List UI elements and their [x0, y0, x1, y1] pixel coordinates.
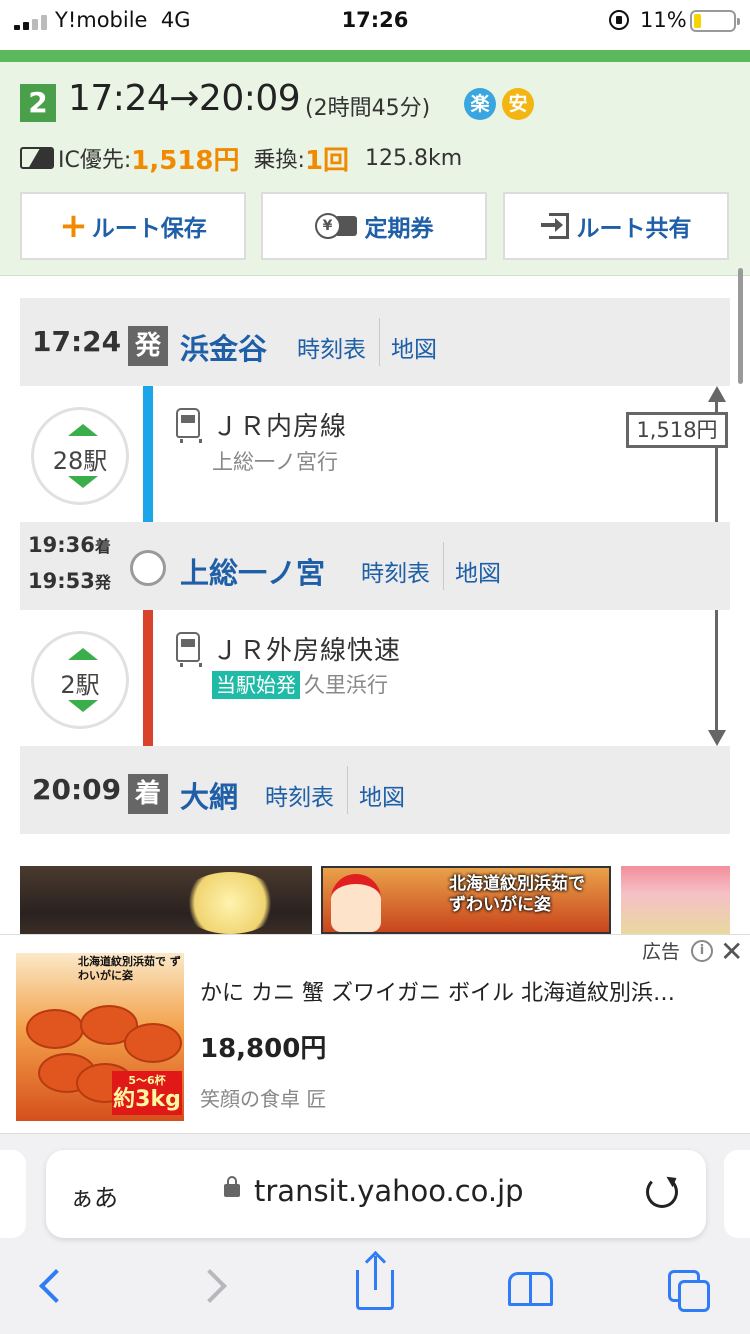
status-time: 17:26	[341, 8, 409, 32]
arrow-down-icon	[708, 730, 726, 746]
route-number: 2	[20, 84, 56, 122]
battery-icon	[690, 10, 740, 32]
ad-price: 18,800円	[200, 1034, 327, 1064]
ic-card-icon	[20, 147, 54, 169]
ad-product-image: 北海道紋別浜茹で ずわいがに姿 5〜6杯 約3kg	[16, 953, 184, 1121]
ad-thumbnail-crab[interactable]: 北海道紋別浜茹で ずわいがに姿	[321, 866, 611, 934]
destination: 上総一ノ宮行	[212, 450, 338, 474]
section-fare: 1,518円	[626, 412, 728, 448]
bookmarks-icon[interactable]	[508, 1272, 556, 1308]
station-row-transfer: 19:36着 19:53発 上総一ノ宮 時刻表 地図	[20, 522, 730, 610]
transfer-node	[130, 550, 166, 586]
train-icon	[176, 408, 202, 443]
route-summary: 2 17:24→20:09 (2時間45分) 楽 安 IC優先: 1,518円 …	[0, 62, 750, 276]
expand-down-icon	[68, 700, 98, 712]
stop-count-toggle[interactable]: 2駅	[31, 631, 129, 729]
back-icon[interactable]	[39, 1269, 73, 1303]
battery-percent: 11%	[640, 8, 687, 32]
line-name: ＪＲ内房線	[212, 412, 348, 442]
yen-card-icon: ¥	[314, 212, 359, 240]
route-times: 17:24→20:09	[68, 78, 301, 119]
previous-tab-preview[interactable]	[0, 1150, 26, 1238]
map-link[interactable]: 地図	[391, 330, 437, 364]
fare-summary: IC優先: 1,518円 乗換: 1回 125.8km	[20, 142, 463, 176]
ad-thumbnail-other[interactable]	[621, 866, 730, 934]
browser-toolbar: ぁあ transit.yahoo.co.jp	[0, 1134, 750, 1334]
header-accent-bar	[0, 50, 750, 62]
timetable-link[interactable]: 時刻表	[297, 330, 366, 364]
route-line-leg2	[143, 586, 153, 770]
commuter-pass-button[interactable]: ¥ 定期券	[261, 192, 487, 260]
expand-up-icon	[68, 424, 98, 436]
route-duration: (2時間45分)	[305, 96, 431, 121]
line-name: ＪＲ外房線快速	[212, 636, 402, 666]
forward-icon[interactable]	[193, 1269, 227, 1303]
station-row-departure: 17:24 発 浜金谷 時刻表 地図	[20, 298, 730, 386]
reload-icon[interactable]	[646, 1176, 678, 1208]
share-route-button[interactable]: ルート共有	[503, 192, 729, 260]
ad-thumbnail-food[interactable]	[20, 866, 312, 934]
scrollbar[interactable]	[738, 268, 743, 384]
map-link[interactable]: 地図	[455, 554, 501, 588]
station-row-arrival: 20:09 着 大網 時刻表 地図	[20, 746, 730, 834]
mascot-image	[331, 874, 381, 932]
map-link[interactable]: 地図	[359, 778, 405, 812]
link-divider	[347, 766, 348, 814]
next-tab-preview[interactable]	[724, 1150, 750, 1238]
address-bar[interactable]: ぁあ transit.yahoo.co.jp	[46, 1150, 706, 1238]
arrival-time: 20:09	[32, 773, 122, 806]
lock-icon	[224, 1176, 240, 1197]
fare-value: 1,518円	[131, 145, 240, 176]
share-icon[interactable]	[356, 1256, 394, 1310]
ad-title[interactable]: かに カニ 蟹 ズワイガニ ボイル 北海道紋別浜…	[200, 975, 730, 1007]
station-name[interactable]: 大網	[180, 774, 238, 816]
status-bar: Y!mobile 4G 17:26 11%	[0, 0, 750, 44]
link-divider	[443, 542, 444, 590]
easy-badge: 楽	[464, 88, 496, 120]
orientation-lock-icon	[609, 10, 629, 30]
close-icon[interactable]: ✕	[720, 935, 743, 968]
arrow-up-icon	[708, 386, 726, 402]
stop-count-toggle[interactable]: 28駅	[31, 407, 129, 505]
distance: 125.8km	[365, 145, 463, 171]
plus-icon: +	[59, 206, 88, 246]
ad-banner[interactable]: 北海道紋別浜茹で ずわいがに姿 5〜6杯 約3kg 広告 i ✕ かに カニ 蟹 …	[0, 934, 750, 1134]
timetable-link[interactable]: 時刻表	[361, 554, 430, 588]
first-train-badge: 当駅始発	[212, 671, 300, 699]
destination: 当駅始発 久里浜行	[212, 669, 388, 699]
station-name[interactable]: 上総一ノ宮	[180, 550, 325, 592]
timetable-link[interactable]: 時刻表	[265, 778, 334, 812]
tabs-icon[interactable]	[668, 1270, 712, 1314]
station-name[interactable]: 浜金谷	[180, 326, 267, 368]
reader-options-button[interactable]: ぁあ	[70, 1178, 118, 1213]
info-icon[interactable]: i	[691, 940, 713, 962]
transfer-count: 1回	[304, 145, 350, 176]
weight-badge: 5〜6杯 約3kg	[112, 1071, 182, 1115]
ad-shop-name: 笑顔の食卓 匠	[200, 1087, 327, 1111]
departure-time: 17:24	[32, 325, 122, 358]
url-text[interactable]: transit.yahoo.co.jp	[254, 1174, 524, 1208]
arrival-tag: 着	[128, 774, 168, 814]
ad-label: 広告	[642, 941, 681, 963]
departure-tag: 発	[128, 326, 168, 366]
expand-up-icon	[68, 648, 98, 660]
link-divider	[379, 318, 380, 366]
ic-label: IC優先:	[58, 148, 132, 173]
transfer-label: 乗換:	[253, 148, 305, 173]
save-route-button[interactable]: + ルート保存	[20, 192, 246, 260]
train-icon	[176, 632, 202, 667]
expand-down-icon	[68, 476, 98, 488]
transfer-times: 19:36着 19:53発	[28, 533, 111, 593]
share-icon	[540, 211, 571, 241]
cheap-badge: 安	[502, 88, 534, 120]
